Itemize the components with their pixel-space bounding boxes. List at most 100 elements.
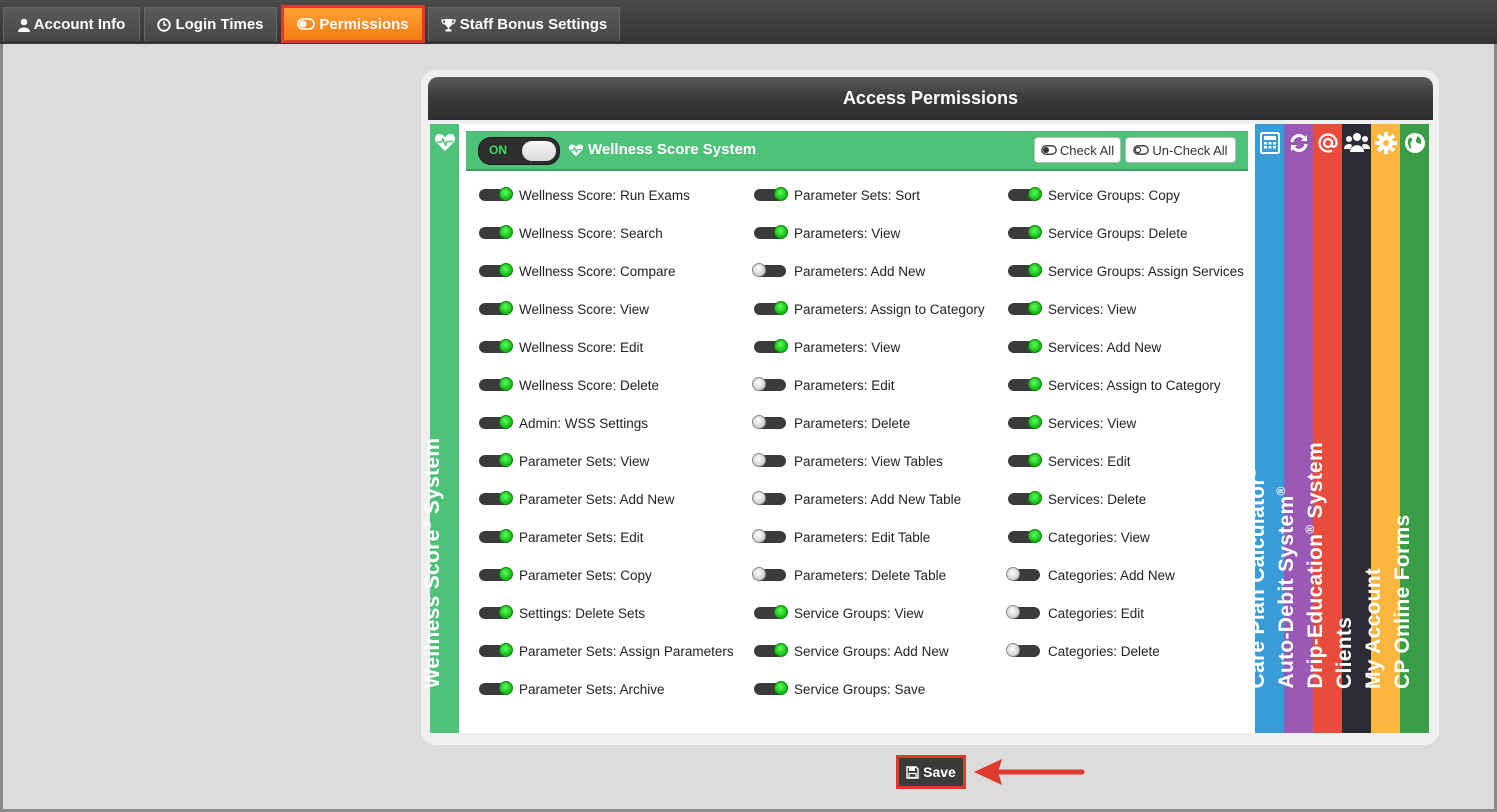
permission-toggle-row[interactable]: Categories: Add New <box>1006 565 1175 585</box>
tab-permissions[interactable]: Permissions <box>281 5 425 43</box>
permission-toggle-row[interactable]: Parameter Sets: Add New <box>479 489 674 509</box>
permission-switch[interactable] <box>752 263 786 277</box>
permission-toggle-row[interactable]: Categories: View <box>1008 527 1150 547</box>
permission-switch[interactable] <box>1008 225 1042 239</box>
permission-toggle-row[interactable]: Parameter Sets: Edit <box>479 527 644 547</box>
tab-staff-bonus-settings[interactable]: Staff Bonus Settings <box>428 7 620 41</box>
permission-toggle-row[interactable]: Parameters: View <box>754 223 900 243</box>
permission-switch[interactable] <box>1008 453 1042 467</box>
permission-switch[interactable] <box>1008 339 1042 353</box>
permission-toggle-row[interactable]: Parameter Sets: Sort <box>754 185 920 205</box>
permission-toggle-row[interactable]: Service Groups: Delete <box>1008 223 1188 243</box>
save-button[interactable]: Save <box>896 755 966 789</box>
permission-toggle-row[interactable]: Services: Add New <box>1008 337 1161 357</box>
permission-toggle-row[interactable]: Wellness Score: Delete <box>479 375 659 395</box>
permission-toggle-row[interactable]: Services: Assign to Category <box>1008 375 1221 395</box>
permission-toggle-row[interactable]: Parameter Sets: Copy <box>479 565 652 585</box>
permission-toggle-row[interactable]: Parameter Sets: Assign Parameters <box>479 641 734 661</box>
permission-toggle-row[interactable]: Parameter Sets: Archive <box>479 679 665 699</box>
tab-login-times[interactable]: Login Times <box>144 7 277 41</box>
permission-switch[interactable] <box>1008 263 1042 277</box>
permission-toggle-row[interactable]: Service Groups: Copy <box>1008 185 1180 205</box>
switch-knob <box>1028 263 1042 277</box>
permission-switch[interactable] <box>1008 415 1042 429</box>
permission-switch[interactable] <box>479 491 513 505</box>
permission-switch[interactable] <box>479 643 513 657</box>
permission-switch[interactable] <box>1008 377 1042 391</box>
strip-label: CP Online Forms <box>1390 514 1414 689</box>
permission-toggle-row[interactable]: Services: Edit <box>1008 451 1131 471</box>
permission-switch[interactable] <box>479 453 513 467</box>
permission-switch[interactable] <box>479 681 513 695</box>
permission-switch[interactable] <box>479 567 513 581</box>
permission-toggle-row[interactable]: Admin: WSS Settings <box>479 413 648 433</box>
permission-label: Parameters: View <box>794 225 901 241</box>
permission-switch[interactable] <box>479 415 513 429</box>
permission-switch[interactable] <box>479 187 513 201</box>
permission-toggle-row[interactable]: Categories: Delete <box>1006 641 1160 661</box>
permission-switch[interactable] <box>1006 643 1040 657</box>
permission-switch[interactable] <box>1008 529 1042 543</box>
permission-toggle-row[interactable]: Services: View <box>1008 413 1136 433</box>
check-all-button[interactable]: Check All <box>1034 137 1121 163</box>
permission-switch[interactable] <box>479 263 513 277</box>
permission-switch[interactable] <box>754 339 788 353</box>
uncheck-all-button[interactable]: Un-Check All <box>1125 137 1236 163</box>
permission-toggle-row[interactable]: Service Groups: Assign Services <box>1008 261 1244 281</box>
strip-wellness-score-system[interactable]: Wellness Score® System <box>420 124 459 733</box>
permission-switch[interactable] <box>1006 605 1040 619</box>
permission-switch[interactable] <box>754 643 788 657</box>
permission-switch[interactable] <box>752 529 786 543</box>
permission-toggle-row[interactable]: Parameters: Delete <box>752 413 910 433</box>
permission-switch[interactable] <box>479 377 513 391</box>
permission-switch[interactable] <box>752 377 786 391</box>
permission-toggle-row[interactable]: Wellness Score: Search <box>479 223 663 243</box>
top-tab-bar: Account Info Login Times Permissions Sta… <box>0 0 1497 44</box>
section-on-switch[interactable]: ON <box>478 137 560 165</box>
permission-toggle-row[interactable]: Parameters: Add New <box>752 261 925 281</box>
permission-switch[interactable] <box>752 415 786 429</box>
permission-switch[interactable] <box>754 225 788 239</box>
permission-switch[interactable] <box>1008 301 1042 315</box>
permission-toggle-row[interactable]: Parameters: View <box>754 337 900 357</box>
permission-switch[interactable] <box>1008 187 1042 201</box>
switch-knob <box>752 377 766 391</box>
permission-switch[interactable] <box>479 605 513 619</box>
permission-switch[interactable] <box>754 187 788 201</box>
permission-toggle-row[interactable]: Settings: Delete Sets <box>479 603 645 623</box>
permission-toggle-row[interactable]: Services: View <box>1008 299 1136 319</box>
permission-switch[interactable] <box>752 491 786 505</box>
permission-switch[interactable] <box>1008 491 1042 505</box>
permission-toggle-row[interactable]: Service Groups: Add New <box>754 641 949 661</box>
permission-toggle-row[interactable]: Wellness Score: View <box>479 299 649 319</box>
permission-switch[interactable] <box>754 681 788 695</box>
permission-toggle-row[interactable]: Parameters: Add New Table <box>752 489 961 509</box>
permission-toggle-row[interactable]: Parameters: View Tables <box>752 451 943 471</box>
permission-label: Categories: Edit <box>1048 605 1145 621</box>
permission-switch[interactable] <box>754 605 788 619</box>
permission-label: Parameters: Delete Table <box>794 567 947 583</box>
permission-switch[interactable] <box>754 301 788 315</box>
permission-toggle-row[interactable]: Services: Delete <box>1008 489 1146 509</box>
permission-switch[interactable] <box>479 339 513 353</box>
permission-switch[interactable] <box>752 567 786 581</box>
permission-switch[interactable] <box>1006 567 1040 581</box>
permission-toggle-row[interactable]: Wellness Score: Compare <box>479 261 676 281</box>
strip-cp-online-forms[interactable]: CP Online Forms <box>1391 124 1429 733</box>
permission-toggle-row[interactable]: Service Groups: Save <box>754 679 925 699</box>
permission-toggle-row[interactable]: Wellness Score: Edit <box>479 337 643 357</box>
tab-account-info[interactable]: Account Info <box>3 7 140 41</box>
permission-toggle-row[interactable]: Categories: Edit <box>1006 603 1145 623</box>
permission-toggle-row[interactable]: Parameters: Delete Table <box>752 565 947 585</box>
permission-toggle-row[interactable]: Service Groups: View <box>754 603 924 623</box>
permission-switch[interactable] <box>752 453 786 467</box>
permission-toggle-row[interactable]: Wellness Score: Run Exams <box>479 185 690 205</box>
permission-switch[interactable] <box>479 301 513 315</box>
permission-label: Wellness Score: View <box>519 301 650 317</box>
permission-toggle-row[interactable]: Parameters: Edit Table <box>752 527 930 547</box>
permission-toggle-row[interactable]: Parameters: Edit <box>752 375 895 395</box>
permission-toggle-row[interactable]: Parameter Sets: View <box>479 451 649 471</box>
permission-switch[interactable] <box>479 225 513 239</box>
permission-switch[interactable] <box>479 529 513 543</box>
permission-toggle-row[interactable]: Parameters: Assign to Category <box>754 299 985 319</box>
